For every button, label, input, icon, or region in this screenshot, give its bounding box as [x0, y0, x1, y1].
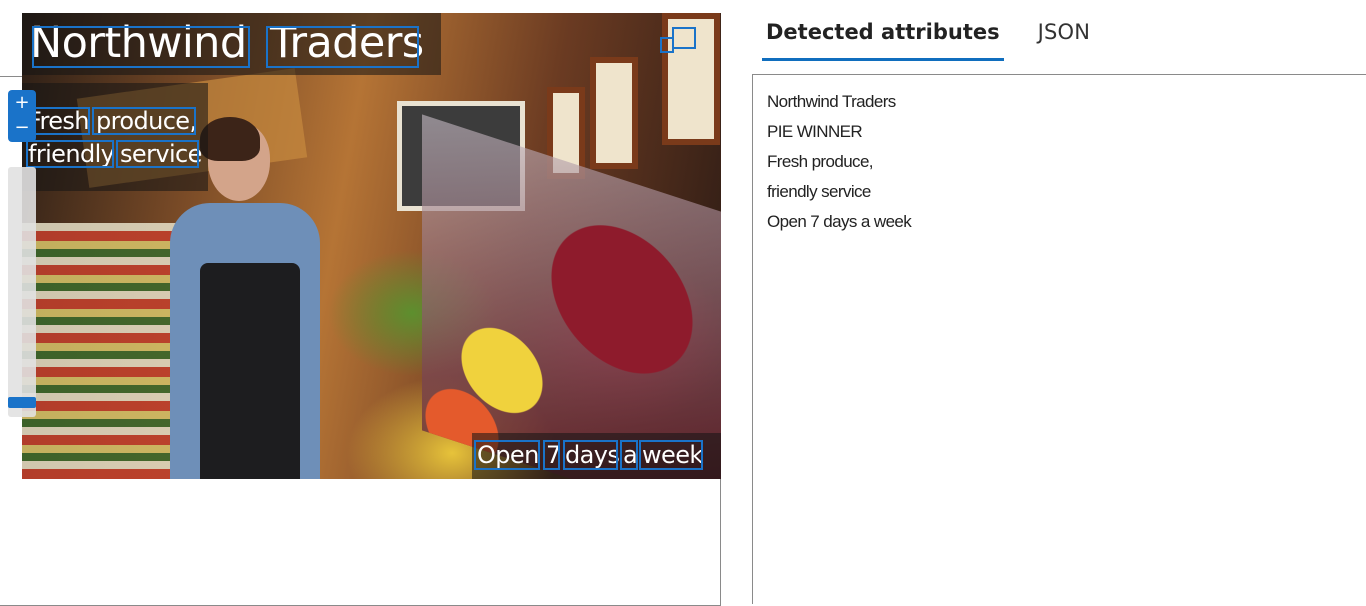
tab-json[interactable]: JSON	[1038, 0, 1091, 58]
tagline-shade	[22, 83, 208, 191]
grocery-shelf	[22, 223, 182, 479]
attribute-item: PIE WINNER	[767, 122, 863, 141]
tab-bar: Detected attributes JSON	[762, 0, 1124, 61]
attribute-item: Fresh produce,	[767, 152, 874, 171]
ocr-box-word	[92, 107, 196, 135]
ocr-box-sign-word	[672, 27, 696, 49]
ocr-box-word	[32, 26, 250, 68]
zoom-out-button[interactable]: −	[8, 116, 36, 142]
attributes-panel: Northwind Traders PIE WINNER Fresh produ…	[752, 74, 1366, 604]
zoom-in-button[interactable]: +	[8, 90, 36, 116]
ocr-box-word	[474, 440, 540, 470]
tab-detected-attributes[interactable]: Detected attributes	[762, 0, 1004, 61]
hair	[200, 117, 260, 161]
ocr-box-word	[26, 140, 114, 168]
produce-display	[422, 114, 721, 479]
zoom-slider-thumb[interactable]	[8, 397, 36, 408]
attribute-item: Northwind Traders	[767, 92, 896, 111]
ocr-box-word	[563, 440, 618, 470]
attribute-item: Open 7 days a week	[767, 212, 912, 231]
analyzed-image: Northwind Traders Fresh produce, friendl…	[22, 13, 721, 479]
attribute-list: Northwind Traders PIE WINNER Fresh produ…	[767, 87, 912, 237]
ocr-box-word	[543, 440, 560, 470]
apron	[200, 263, 300, 479]
ocr-box-word	[116, 140, 199, 168]
ocr-box-word	[639, 440, 703, 470]
ocr-box-word	[620, 440, 638, 470]
attribute-item: friendly service	[767, 182, 871, 201]
ocr-box-word	[266, 26, 419, 68]
zoom-slider-track[interactable]	[8, 167, 36, 417]
wall-poster	[590, 57, 638, 169]
